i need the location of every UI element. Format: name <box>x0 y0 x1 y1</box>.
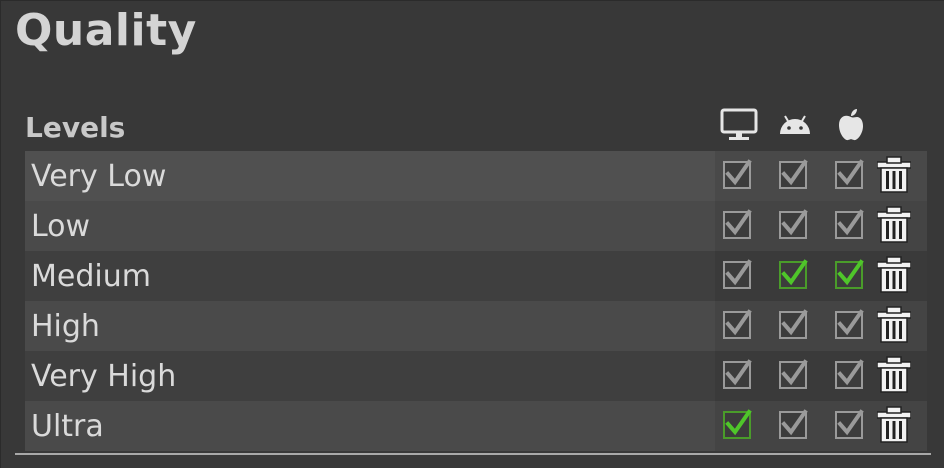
level-label: Low <box>31 209 91 244</box>
level-label: High <box>31 309 100 344</box>
delete-level-button[interactable] <box>876 256 912 294</box>
level-row[interactable]: Very High <box>25 351 927 401</box>
platform-checkbox-apple[interactable] <box>835 159 864 189</box>
checkmark-icon <box>725 359 752 386</box>
platform-checkbox-android[interactable] <box>779 359 808 389</box>
delete-level-button[interactable] <box>876 156 912 194</box>
platform-checkbox-apple[interactable] <box>835 309 864 339</box>
checkmark-icon <box>837 309 864 336</box>
level-row[interactable]: Low <box>25 201 927 251</box>
level-row[interactable]: Ultra <box>25 401 927 451</box>
monitor-icon <box>719 105 759 145</box>
checkmark-icon <box>781 259 808 286</box>
delete-level-button[interactable] <box>876 306 912 344</box>
checkmark-icon <box>781 209 808 236</box>
platform-checkbox-apple[interactable] <box>835 259 864 289</box>
checkmark-icon <box>725 159 752 186</box>
checkmark-icon <box>725 409 752 436</box>
platform-checkbox-monitor[interactable] <box>723 309 752 339</box>
trash-icon <box>876 306 912 343</box>
platform-checkbox-apple[interactable] <box>835 409 864 439</box>
delete-level-button[interactable] <box>876 206 912 244</box>
level-row[interactable]: Very Low <box>25 151 927 201</box>
checkmark-icon <box>837 159 864 186</box>
level-label: Ultra <box>31 409 104 444</box>
level-row[interactable]: High <box>25 301 927 351</box>
checkmark-icon <box>781 309 808 336</box>
platform-checkbox-android[interactable] <box>779 409 808 439</box>
platform-checkbox-android[interactable] <box>779 309 808 339</box>
apple-icon <box>831 105 871 145</box>
checkmark-icon <box>781 409 808 436</box>
checkmark-icon <box>781 359 808 386</box>
platform-checkbox-monitor[interactable] <box>723 359 752 389</box>
platform-checkbox-android[interactable] <box>779 209 808 239</box>
platform-checkbox-android[interactable] <box>779 159 808 189</box>
quality-settings-panel: Quality Levels Very Low Low Medium High … <box>0 0 944 468</box>
checkmark-icon <box>725 209 752 236</box>
checkmark-icon <box>837 259 864 286</box>
platform-checkbox-apple[interactable] <box>835 359 864 389</box>
checkmark-icon <box>837 209 864 236</box>
trash-icon <box>876 356 912 393</box>
levels-header: Levels <box>25 105 927 149</box>
page-title: Quality <box>15 5 197 56</box>
levels-label: Levels <box>25 111 126 144</box>
level-label: Very High <box>31 359 177 394</box>
list-divider <box>15 453 931 455</box>
platform-checkbox-apple[interactable] <box>835 209 864 239</box>
checkmark-icon <box>837 359 864 386</box>
android-icon <box>775 105 815 145</box>
level-label: Very Low <box>31 159 167 194</box>
trash-icon <box>876 206 912 243</box>
checkmark-icon <box>725 309 752 336</box>
levels-list: Very Low Low Medium High Very High Ultra <box>25 151 927 451</box>
trash-icon <box>876 156 912 193</box>
platform-checkbox-monitor[interactable] <box>723 409 752 439</box>
trash-icon <box>876 406 912 443</box>
checkmark-icon <box>781 159 808 186</box>
platform-checkbox-monitor[interactable] <box>723 259 752 289</box>
checkmark-icon <box>837 409 864 436</box>
level-label: Medium <box>31 259 151 294</box>
platform-checkbox-monitor[interactable] <box>723 209 752 239</box>
platform-checkbox-monitor[interactable] <box>723 159 752 189</box>
platform-checkbox-android[interactable] <box>779 259 808 289</box>
level-row[interactable]: Medium <box>25 251 927 301</box>
delete-level-button[interactable] <box>876 406 912 444</box>
checkmark-icon <box>725 259 752 286</box>
trash-icon <box>876 256 912 293</box>
delete-level-button[interactable] <box>876 356 912 394</box>
